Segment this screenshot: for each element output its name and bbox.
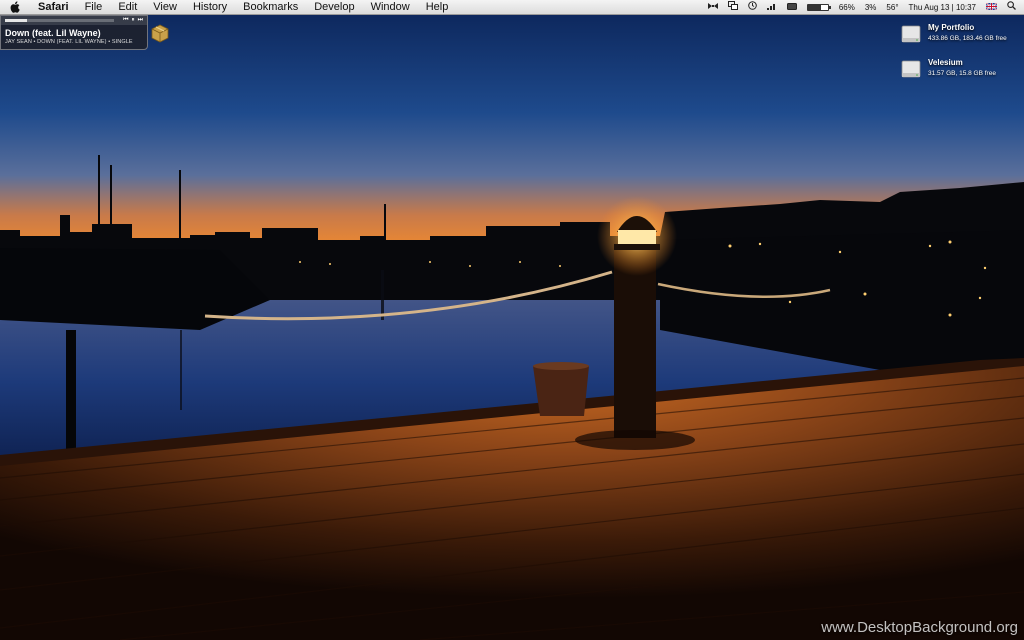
menu-bookmarks[interactable]: Bookmarks <box>235 0 306 15</box>
status-area: 66% 3% 56° Thu Aug 13 | 10:37 <box>698 0 1024 15</box>
bowtie-icon[interactable] <box>707 1 718 13</box>
next-track-button[interactable]: ⏭ <box>138 16 143 25</box>
apple-menu-icon[interactable] <box>0 1 30 13</box>
package-box-icon[interactable] <box>150 23 170 43</box>
temperature: 56° <box>886 2 899 12</box>
drive-name: Velesium <box>928 58 963 67</box>
desktop-wallpaper <box>0 0 1024 640</box>
menu-app-safari[interactable]: Safari <box>30 0 77 15</box>
uk-flag-icon[interactable] <box>985 1 998 13</box>
hard-drive-icon <box>901 59 921 79</box>
hard-drive-icon <box>901 24 921 44</box>
now-playing-widget: ⏮ ⏸ ⏭ Down (feat. Lil Wayne) JAY SEAN • … <box>0 15 148 50</box>
time-machine-icon[interactable] <box>748 1 757 13</box>
drive-name: My Portfolio <box>928 23 975 32</box>
drive-velesium[interactable]: Velesium 31.57 GB, 15.8 GB free <box>900 57 1024 97</box>
screens-icon[interactable] <box>727 1 738 13</box>
menu-develop[interactable]: Develop <box>306 0 362 15</box>
drive-menu-icon[interactable] <box>786 1 797 13</box>
clock[interactable]: Thu Aug 13 | 10:37 <box>909 3 976 12</box>
watermark: www.DesktopBackground.org <box>821 619 1018 636</box>
cpu-meter[interactable] <box>806 3 831 11</box>
cpu-meter-fill <box>807 4 822 10</box>
menu-window[interactable]: Window <box>363 0 418 15</box>
track-progress-fill <box>5 19 27 22</box>
pause-button[interactable]: ⏸ <box>132 16 135 25</box>
cpu-percent: 66% <box>838 2 855 12</box>
now-playing-controls: ⏮ ⏸ ⏭ <box>1 16 147 25</box>
spotlight-search-icon[interactable] <box>1007 1 1016 13</box>
track-subtitle: JAY SEAN • DOWN (FEAT. LIL WAYNE) • SING… <box>5 39 133 45</box>
menu-bar: Safari File Edit View History Bookmarks … <box>0 0 1024 15</box>
menu-help[interactable]: Help <box>418 0 457 15</box>
track-progress-bar[interactable] <box>5 19 115 22</box>
drive-my-portfolio[interactable]: My Portfolio 433.86 GB, 183.46 GB free <box>900 22 1024 62</box>
drive-info: 31.57 GB, 15.8 GB free <box>928 70 996 77</box>
track-title: Down (feat. Lil Wayne) <box>5 28 101 38</box>
previous-track-button[interactable]: ⏮ <box>123 16 128 25</box>
battery-text: 3% <box>864 2 877 12</box>
wifi-signal-icon[interactable] <box>766 1 777 13</box>
menu-file[interactable]: File <box>77 0 111 15</box>
menu-view[interactable]: View <box>145 0 185 15</box>
menu-history[interactable]: History <box>185 0 235 15</box>
drive-info: 433.86 GB, 183.46 GB free <box>928 35 1007 42</box>
menu-edit[interactable]: Edit <box>110 0 145 15</box>
